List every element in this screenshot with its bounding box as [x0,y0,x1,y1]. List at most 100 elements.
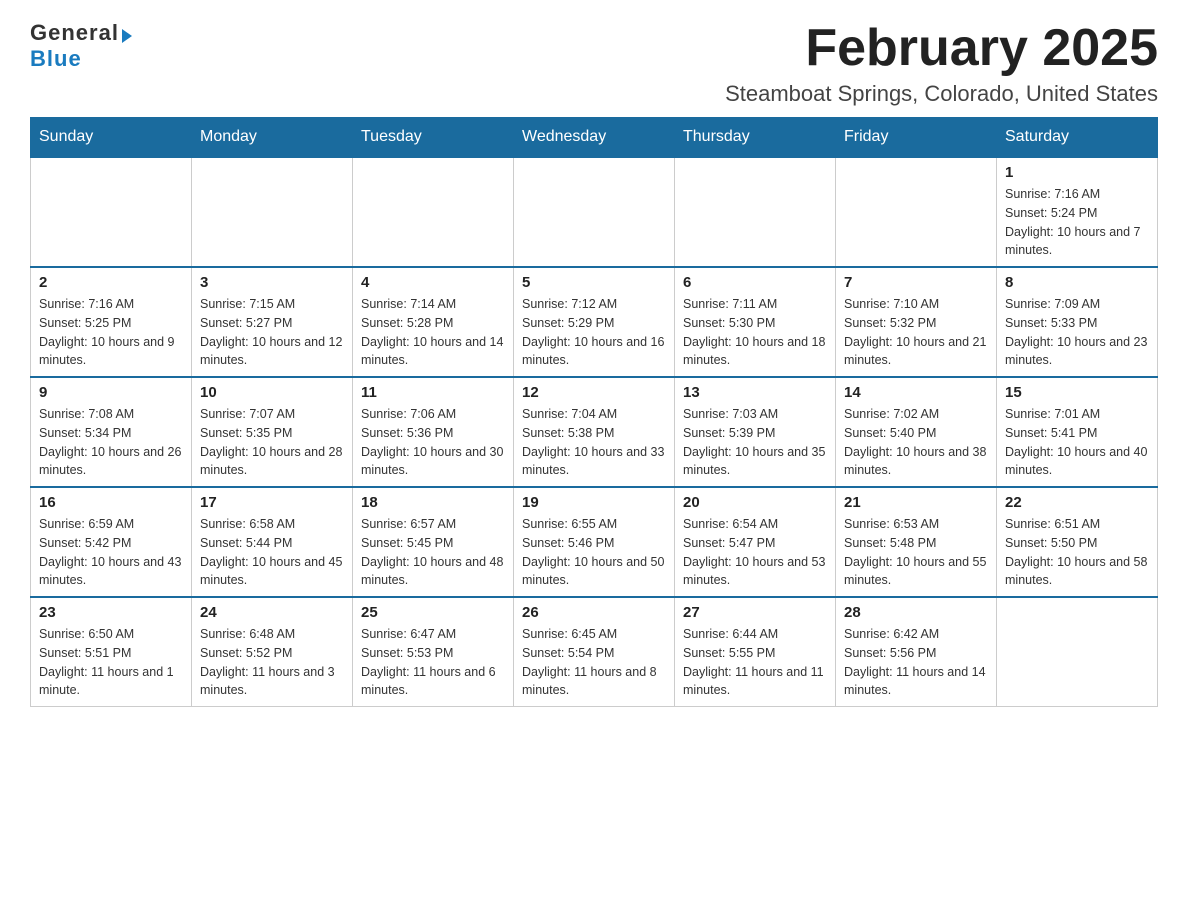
day-header-saturday: Saturday [997,118,1158,158]
calendar-body: 1 Sunrise: 7:16 AMSunset: 5:24 PMDaylight… [31,157,1158,707]
day-info: Sunrise: 7:04 AMSunset: 5:38 PMDaylight:… [522,405,666,480]
calendar-cell: 26 Sunrise: 6:45 AMSunset: 5:54 PMDayligh… [514,597,675,707]
location: Steamboat Springs, Colorado, United Stat… [725,81,1158,107]
calendar-cell: 24 Sunrise: 6:48 AMSunset: 5:52 PMDayligh… [192,597,353,707]
day-info: Sunrise: 6:57 AMSunset: 5:45 PMDaylight:… [361,515,505,590]
calendar-cell: 22 Sunrise: 6:51 AMSunset: 5:50 PMDayligh… [997,487,1158,597]
calendar-cell: 27 Sunrise: 6:44 AMSunset: 5:55 PMDayligh… [675,597,836,707]
day-header-friday: Friday [836,118,997,158]
day-number: 19 [522,494,666,511]
calendar-cell [997,597,1158,707]
day-number: 11 [361,384,505,401]
week-row-4: 23 Sunrise: 6:50 AMSunset: 5:51 PMDayligh… [31,597,1158,707]
day-info: Sunrise: 6:59 AMSunset: 5:42 PMDaylight:… [39,515,183,590]
day-info: Sunrise: 7:15 AMSunset: 5:27 PMDaylight:… [200,295,344,370]
logo-text: General [30,20,132,46]
day-info: Sunrise: 6:45 AMSunset: 5:54 PMDaylight:… [522,625,666,700]
calendar-cell: 19 Sunrise: 6:55 AMSunset: 5:46 PMDayligh… [514,487,675,597]
logo: General Blue [30,20,132,72]
day-info: Sunrise: 7:08 AMSunset: 5:34 PMDaylight:… [39,405,183,480]
day-number: 26 [522,604,666,621]
day-number: 24 [200,604,344,621]
calendar-cell: 7 Sunrise: 7:10 AMSunset: 5:32 PMDaylight… [836,267,997,377]
day-number: 12 [522,384,666,401]
title-area: February 2025 Steamboat Springs, Colorad… [725,20,1158,107]
calendar-header: SundayMondayTuesdayWednesdayThursdayFrid… [31,118,1158,158]
day-number: 28 [844,604,988,621]
day-info: Sunrise: 6:50 AMSunset: 5:51 PMDaylight:… [39,625,183,700]
calendar-cell: 4 Sunrise: 7:14 AMSunset: 5:28 PMDaylight… [353,267,514,377]
calendar-cell: 15 Sunrise: 7:01 AMSunset: 5:41 PMDayligh… [997,377,1158,487]
days-of-week-row: SundayMondayTuesdayWednesdayThursdayFrid… [31,118,1158,158]
calendar-cell: 20 Sunrise: 6:54 AMSunset: 5:47 PMDayligh… [675,487,836,597]
day-number: 23 [39,604,183,621]
day-number: 4 [361,274,505,291]
day-header-tuesday: Tuesday [353,118,514,158]
calendar-cell: 5 Sunrise: 7:12 AMSunset: 5:29 PMDaylight… [514,267,675,377]
day-number: 25 [361,604,505,621]
day-info: Sunrise: 7:11 AMSunset: 5:30 PMDaylight:… [683,295,827,370]
day-info: Sunrise: 7:16 AMSunset: 5:24 PMDaylight:… [1005,185,1149,260]
day-info: Sunrise: 6:51 AMSunset: 5:50 PMDaylight:… [1005,515,1149,590]
day-info: Sunrise: 7:10 AMSunset: 5:32 PMDaylight:… [844,295,988,370]
day-info: Sunrise: 7:01 AMSunset: 5:41 PMDaylight:… [1005,405,1149,480]
day-header-wednesday: Wednesday [514,118,675,158]
day-info: Sunrise: 7:16 AMSunset: 5:25 PMDaylight:… [39,295,183,370]
day-header-thursday: Thursday [675,118,836,158]
day-number: 5 [522,274,666,291]
day-header-monday: Monday [192,118,353,158]
day-info: Sunrise: 7:02 AMSunset: 5:40 PMDaylight:… [844,405,988,480]
day-number: 15 [1005,384,1149,401]
day-number: 14 [844,384,988,401]
week-row-1: 2Sunrise: 7:16 AMSunset: 5:25 PMDaylight… [31,267,1158,377]
week-row-0: 1 Sunrise: 7:16 AMSunset: 5:24 PMDaylight… [31,157,1158,267]
day-number: 27 [683,604,827,621]
day-number: 22 [1005,494,1149,511]
day-number: 18 [361,494,505,511]
page-header: General Blue February 2025 Steamboat Spr… [30,20,1158,107]
day-number: 13 [683,384,827,401]
day-info: Sunrise: 6:42 AMSunset: 5:56 PMDaylight:… [844,625,988,700]
day-header-sunday: Sunday [31,118,192,158]
calendar-cell: 3 Sunrise: 7:15 AMSunset: 5:27 PMDaylight… [192,267,353,377]
day-number: 8 [1005,274,1149,291]
calendar-cell: 28 Sunrise: 6:42 AMSunset: 5:56 PMDayligh… [836,597,997,707]
day-info: Sunrise: 7:12 AMSunset: 5:29 PMDaylight:… [522,295,666,370]
calendar-cell [31,157,192,267]
day-info: Sunrise: 6:48 AMSunset: 5:52 PMDaylight:… [200,625,344,700]
calendar-cell: 18 Sunrise: 6:57 AMSunset: 5:45 PMDayligh… [353,487,514,597]
day-number: 20 [683,494,827,511]
calendar-cell: 2Sunrise: 7:16 AMSunset: 5:25 PMDaylight… [31,267,192,377]
calendar-table: SundayMondayTuesdayWednesdayThursdayFrid… [30,117,1158,707]
calendar-cell: 6 Sunrise: 7:11 AMSunset: 5:30 PMDaylight… [675,267,836,377]
calendar-cell: 23 Sunrise: 6:50 AMSunset: 5:51 PMDayligh… [31,597,192,707]
calendar-cell: 10Sunrise: 7:07 AMSunset: 5:35 PMDayligh… [192,377,353,487]
day-info: Sunrise: 6:55 AMSunset: 5:46 PMDaylight:… [522,515,666,590]
day-info: Sunrise: 7:14 AMSunset: 5:28 PMDaylight:… [361,295,505,370]
calendar-cell: 8 Sunrise: 7:09 AMSunset: 5:33 PMDaylight… [997,267,1158,377]
calendar-cell: 9Sunrise: 7:08 AMSunset: 5:34 PMDaylight… [31,377,192,487]
day-number: 17 [200,494,344,511]
calendar-cell: 25Sunrise: 6:47 AMSunset: 5:53 PMDayligh… [353,597,514,707]
day-number: 1 [1005,164,1149,181]
calendar-cell: 12 Sunrise: 7:04 AMSunset: 5:38 PMDayligh… [514,377,675,487]
logo-general: General [30,20,119,45]
day-info: Sunrise: 6:53 AMSunset: 5:48 PMDaylight:… [844,515,988,590]
day-number: 3 [200,274,344,291]
calendar-cell: 11 Sunrise: 7:06 AMSunset: 5:36 PMDayligh… [353,377,514,487]
calendar-cell [514,157,675,267]
day-number: 7 [844,274,988,291]
day-info: Sunrise: 6:44 AMSunset: 5:55 PMDaylight:… [683,625,827,700]
calendar-cell: 14 Sunrise: 7:02 AMSunset: 5:40 PMDayligh… [836,377,997,487]
day-info: Sunrise: 7:09 AMSunset: 5:33 PMDaylight:… [1005,295,1149,370]
calendar-cell: 17Sunrise: 6:58 AMSunset: 5:44 PMDayligh… [192,487,353,597]
logo-blue: Blue [30,46,82,71]
logo-arrow-icon [122,29,132,43]
day-info: Sunrise: 7:07 AMSunset: 5:35 PMDaylight:… [200,405,344,480]
calendar-cell [353,157,514,267]
calendar-cell [836,157,997,267]
day-number: 6 [683,274,827,291]
day-info: Sunrise: 6:54 AMSunset: 5:47 PMDaylight:… [683,515,827,590]
day-info: Sunrise: 7:06 AMSunset: 5:36 PMDaylight:… [361,405,505,480]
day-info: Sunrise: 7:03 AMSunset: 5:39 PMDaylight:… [683,405,827,480]
